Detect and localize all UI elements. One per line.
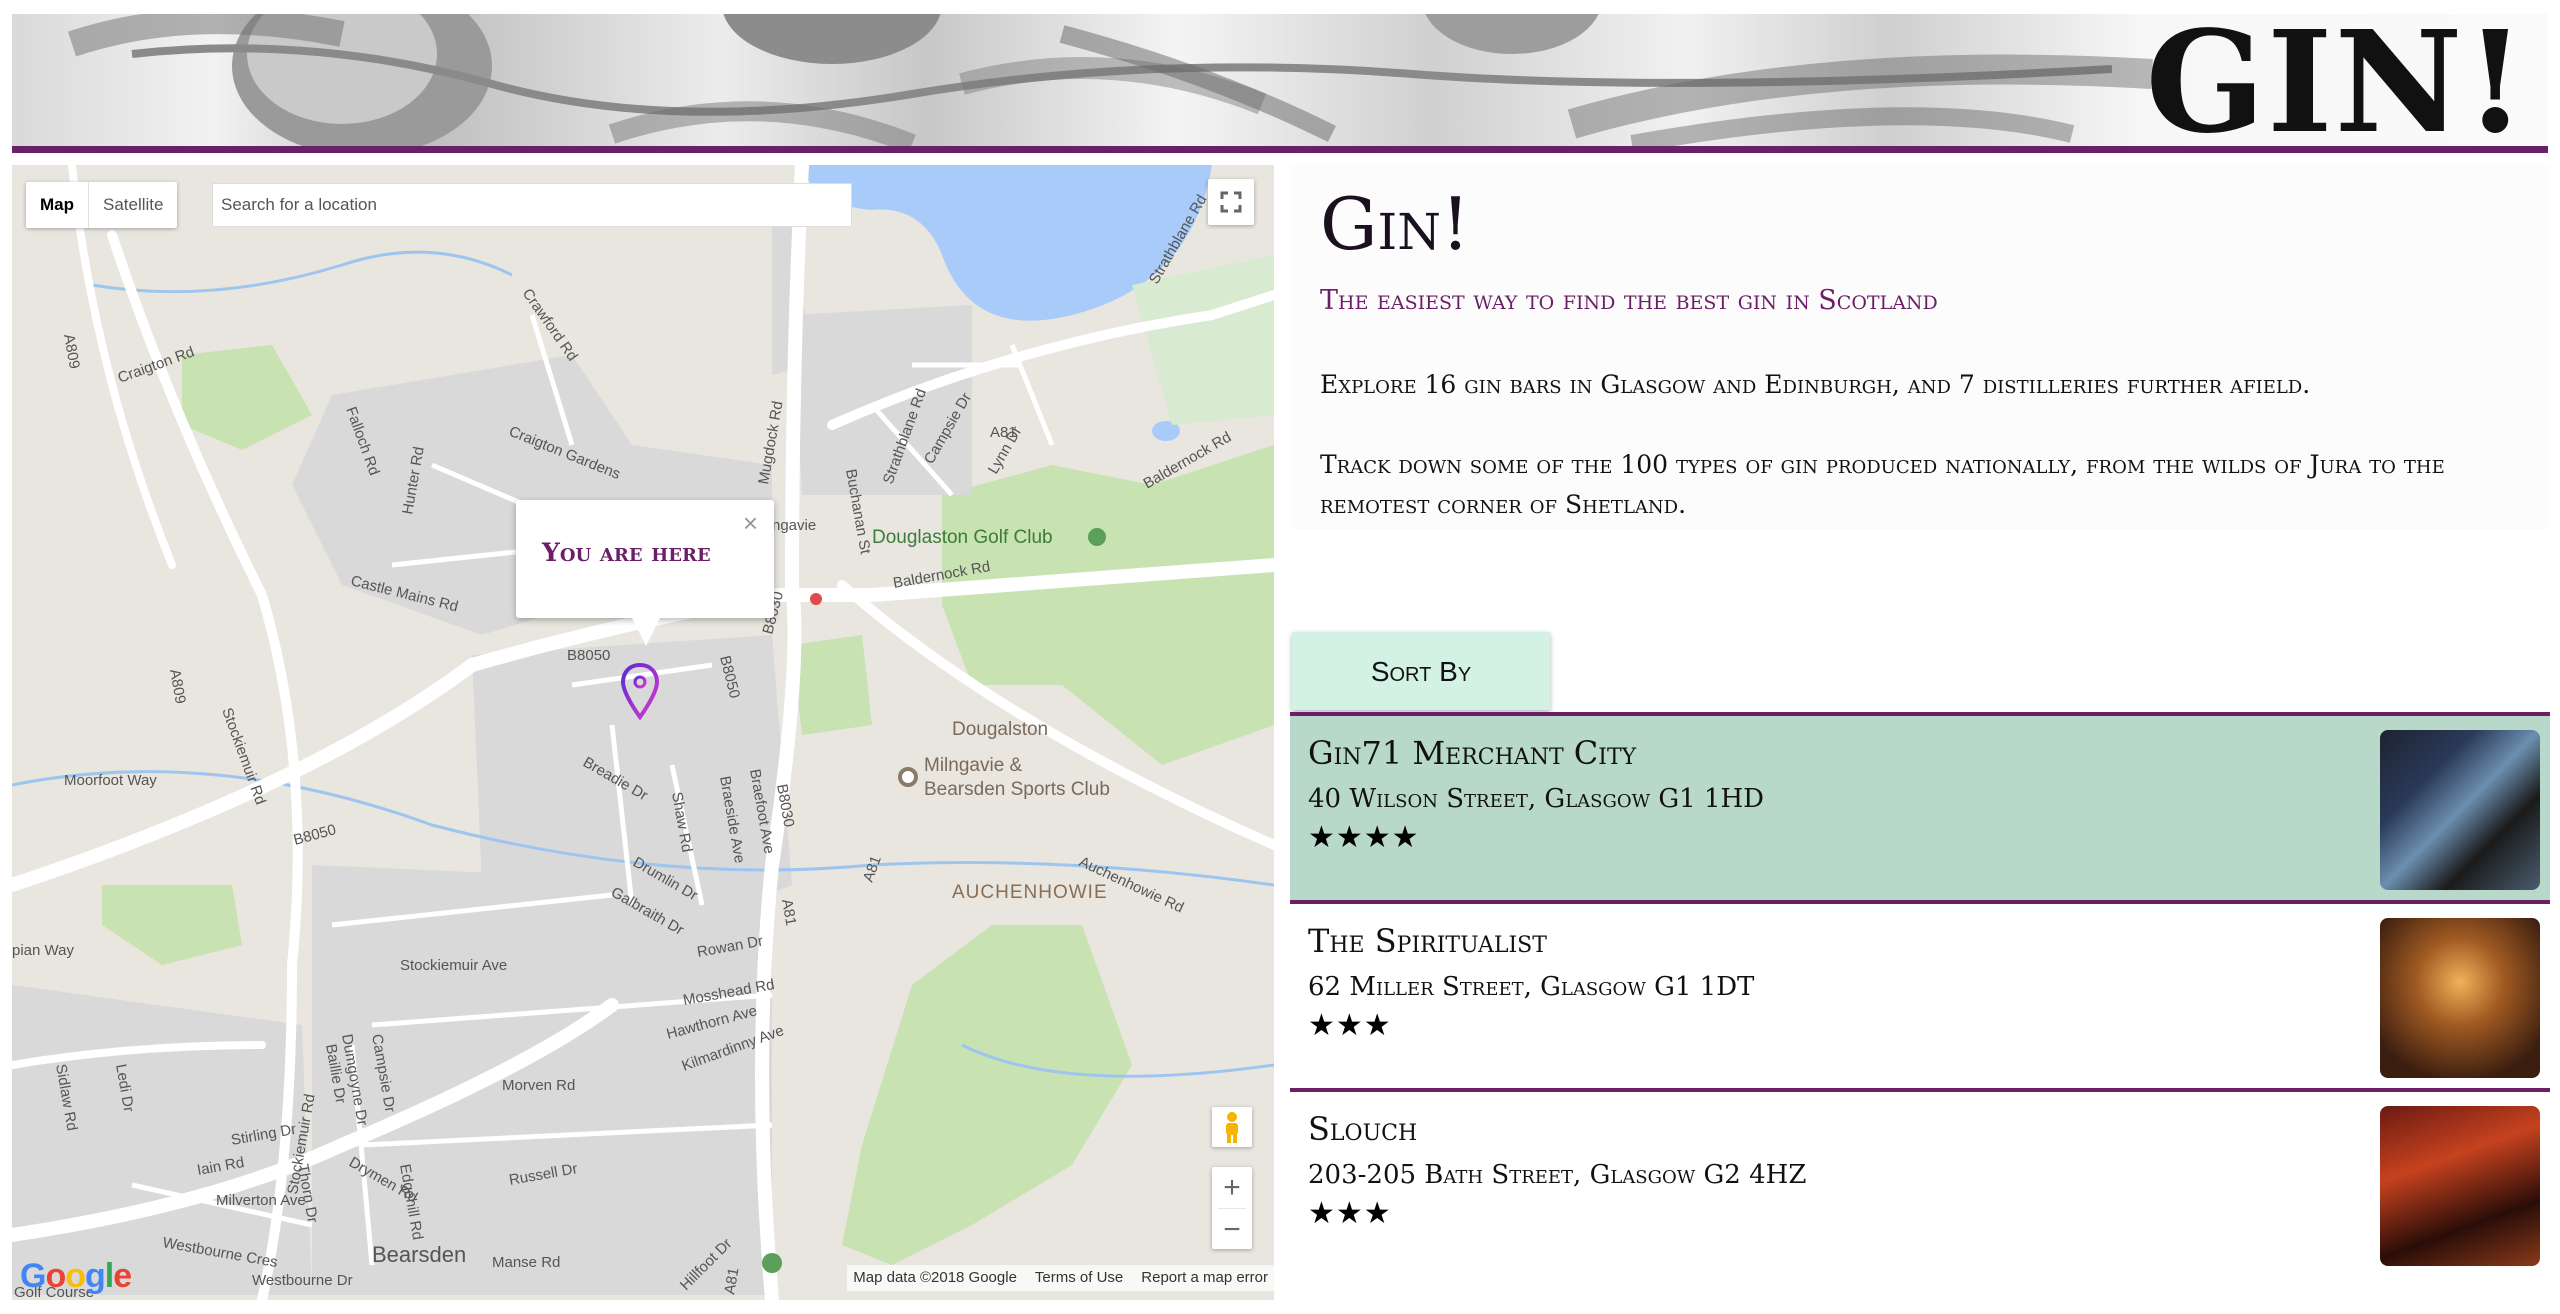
svg-text:AUCHENHOWIE: AUCHENHOWIE [952, 882, 1108, 903]
svg-text:B8050: B8050 [567, 647, 610, 664]
fullscreen-icon [1220, 191, 1242, 213]
star-rating: ★★★ [1308, 1196, 1392, 1231]
close-icon[interactable]: × [743, 508, 758, 539]
list-item-bar[interactable]: Gin71 Merchant City 40 Wilson Street, Gl… [1290, 712, 2550, 900]
svg-text:pian Way: pian Way [12, 942, 74, 959]
star-rating: ★★★★ [1308, 820, 1420, 855]
page-subtitle: The easiest way to find the best gin in … [1320, 285, 1938, 316]
svg-text:A81: A81 [860, 853, 885, 884]
intro-panel: Gin! The easiest way to find the best gi… [1292, 165, 2548, 530]
map-type-satellite-button[interactable]: Satellite [89, 182, 177, 228]
map-data-credit: Map data ©2018 Google [853, 1269, 1017, 1286]
header-divider [12, 146, 2548, 153]
svg-text:Crawford Rd: Crawford Rd [519, 286, 581, 365]
svg-text:A809: A809 [60, 333, 83, 370]
intro-paragraph-bars: Explore 16 gin bars in Glasgow and Edinb… [1320, 370, 2311, 399]
svg-text:Bearsden Sports Club: Bearsden Sports Club [924, 779, 1110, 800]
banner-title: GIN! [2145, 14, 2528, 146]
map-type-control: Map Satellite [26, 182, 178, 228]
svg-text:Douglaston Golf Club: Douglaston Golf Club [872, 527, 1053, 548]
svg-text:Milngavie &: Milngavie & [924, 755, 1023, 776]
zoom-in-button[interactable]: + [1212, 1167, 1252, 1208]
pegman-icon [1226, 1112, 1238, 1143]
intro-paragraph-gins: Track down some of the 100 types of gin … [1320, 450, 2445, 519]
svg-text:Manse Rd: Manse Rd [492, 1254, 560, 1271]
svg-text:ngavie: ngavie [772, 517, 816, 534]
svg-text:Bearsden: Bearsden [372, 1242, 466, 1267]
svg-text:A81: A81 [990, 424, 1017, 441]
bar-photo [2380, 730, 2540, 890]
map-attribution: Map data ©2018 Google Terms of Use Repor… [847, 1265, 1274, 1291]
page-title: Gin! [1320, 182, 1470, 266]
location-pin-icon[interactable] [620, 662, 660, 722]
svg-text:Moorfoot Way: Moorfoot Way [64, 772, 157, 789]
bar-address: 62 Miller Street, Glasgow G1 1DT [1308, 972, 1755, 1002]
bar-name: Gin71 Merchant City [1308, 734, 1637, 772]
star-rating: ★★★ [1308, 1008, 1392, 1043]
bar-photo [2380, 1106, 2540, 1266]
sort-by-button[interactable]: Sort By [1292, 632, 1550, 710]
you-are-here-label: You are here [542, 538, 711, 567]
svg-text:Westbourne Dr: Westbourne Dr [252, 1272, 353, 1289]
fullscreen-button[interactable] [1208, 179, 1254, 225]
svg-text:Morven Rd: Morven Rd [502, 1077, 575, 1094]
svg-text:A809: A809 [166, 668, 189, 705]
location-search-input[interactable]: Search for a location [212, 183, 852, 227]
zoom-out-button[interactable]: − [1212, 1209, 1252, 1250]
bar-address: 203-205 Bath Street, Glasgow G2 4HZ [1308, 1160, 1807, 1190]
header-banner: GIN! [12, 14, 2548, 146]
terms-of-use-link[interactable]: Terms of Use [1035, 1265, 1123, 1291]
svg-text:A81: A81 [778, 898, 799, 927]
bar-name: Slouch [1308, 1110, 1418, 1148]
bar-name: The Spiritualist [1308, 922, 1547, 960]
zoom-control: + − [1212, 1167, 1252, 1249]
google-logo[interactable]: Google [20, 1257, 132, 1296]
svg-text:Milverton Ave: Milverton Ave [216, 1192, 306, 1209]
svg-text:Mugdock Rd: Mugdock Rd [755, 400, 786, 486]
bar-address: 40 Wilson Street, Glasgow G1 1HD [1308, 784, 1765, 814]
svg-text:Dougalston: Dougalston [952, 719, 1048, 740]
map-view[interactable]: Craigton Rd A809 Crawford Rd Falloch Rd … [12, 165, 1274, 1300]
map-tiles[interactable]: Craigton Rd A809 Crawford Rd Falloch Rd … [12, 165, 1274, 1300]
list-item-bar[interactable]: The Spiritualist 62 Miller Street, Glasg… [1290, 900, 2550, 1088]
map-type-map-button[interactable]: Map [26, 182, 88, 228]
report-map-error-link[interactable]: Report a map error [1141, 1265, 1268, 1291]
bar-photo [2380, 918, 2540, 1078]
location-info-window: × You are here [516, 500, 774, 646]
list-item-bar[interactable]: Slouch 203-205 Bath Street, Glasgow G2 4… [1290, 1088, 2550, 1276]
svg-text:Stockiemuir Ave: Stockiemuir Ave [400, 957, 507, 974]
bar-list: Gin71 Merchant City 40 Wilson Street, Gl… [1290, 712, 2550, 1292]
street-view-pegman[interactable] [1212, 1107, 1252, 1147]
